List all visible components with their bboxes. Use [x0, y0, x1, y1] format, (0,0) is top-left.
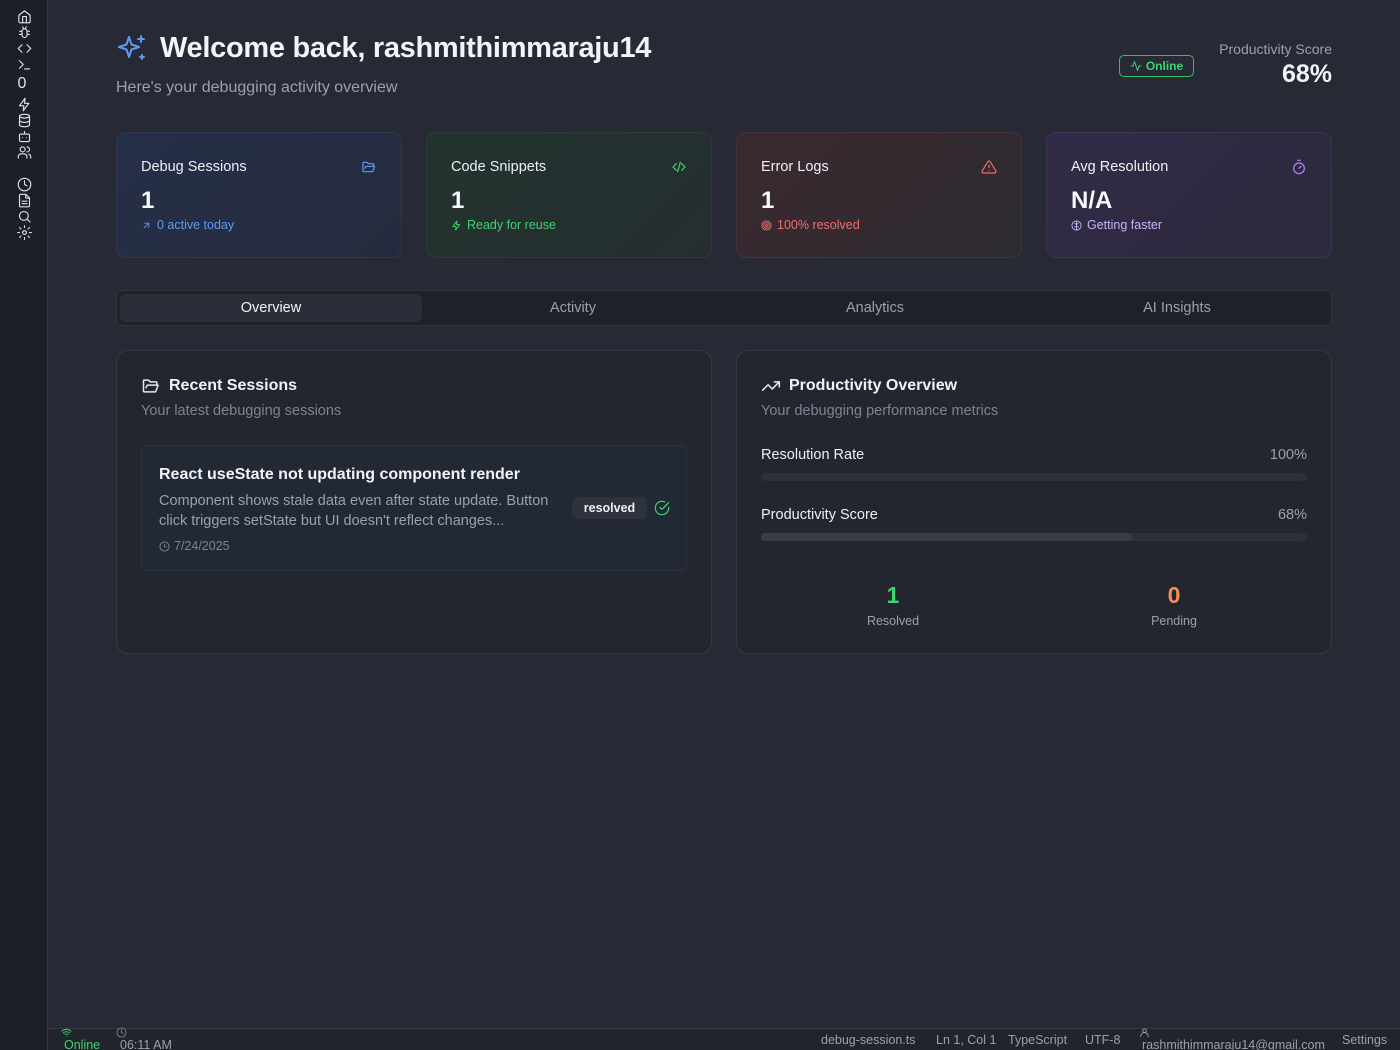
stat-card-subtitle: Ready for reuse	[451, 218, 556, 232]
tab-activity[interactable]: Activity	[422, 294, 724, 322]
clock-icon	[159, 540, 170, 552]
recent-sessions-panel: Recent Sessions Your latest debugging se…	[116, 350, 712, 654]
check-circle-icon	[654, 500, 670, 516]
stat-card-title: Code Snippets	[451, 159, 547, 175]
status-connection: Online	[64, 1038, 101, 1050]
arrow-up-right-icon	[143, 222, 150, 228]
terminal-icon[interactable]	[16, 56, 32, 72]
status-bar: Online 06:11 AM debug-session.ts Ln 1, C…	[48, 1027, 1400, 1050]
productivity-score-metric-label: Productivity Score	[761, 507, 878, 523]
stat-card-title: Debug Sessions	[141, 159, 247, 175]
productivity-score-bar	[761, 533, 1307, 541]
stat-card-avg-resolution[interactable]: Avg Resolution N/A Getting faster	[1046, 132, 1332, 258]
session-title: React useState not updating component re…	[159, 466, 520, 483]
stat-card-title: Error Logs	[761, 159, 829, 175]
code-icon	[671, 159, 687, 175]
stat-card-subtitle-text: 100% resolved	[777, 218, 860, 232]
productivity-score-bar-fill	[761, 533, 1133, 541]
folder-open-icon	[142, 379, 159, 393]
bot-icon[interactable]	[16, 128, 32, 144]
status-time: 06:11 AM	[120, 1038, 172, 1050]
productivity-overview-header: Productivity Overview	[761, 376, 957, 396]
zap-icon	[452, 219, 461, 231]
sidebar: 0	[0, 0, 48, 1050]
page-subtitle: Here's your debugging activity overview	[116, 79, 398, 96]
productivity-overview-panel: Productivity Overview Your debugging per…	[736, 350, 1332, 654]
productivity-overview-subtitle: Your debugging performance metrics	[761, 403, 999, 419]
stat-card-subtitle-text: Ready for reuse	[467, 218, 556, 232]
online-status-badge: Online	[1119, 55, 1194, 77]
stat-card-error-logs[interactable]: Error Logs 1 100% resolved	[736, 132, 1022, 258]
tab-analytics[interactable]: Analytics	[724, 294, 1026, 322]
brain-icon	[1071, 219, 1082, 231]
pending-label: Pending	[1151, 614, 1197, 628]
productivity-score-value: 68%	[1281, 60, 1332, 88]
recent-sessions-title: Recent Sessions	[169, 377, 298, 394]
database-icon[interactable]	[16, 112, 32, 128]
stat-card-subtitle: 100% resolved	[761, 218, 860, 232]
status-encoding[interactable]: UTF-8	[1085, 1033, 1120, 1047]
tab-bar: Overview Activity Analytics AI Insights	[116, 290, 1332, 326]
tab-overview[interactable]: Overview	[120, 294, 422, 322]
clock-icon	[116, 1027, 127, 1038]
recent-sessions-subtitle: Your latest debugging sessions	[141, 403, 342, 419]
status-cursor[interactable]: Ln 1, Col 1	[936, 1033, 996, 1047]
stat-card-value: N/A	[1071, 187, 1113, 214]
target-icon	[761, 219, 772, 231]
activity-icon	[1130, 61, 1142, 71]
resolved-label: Resolved	[866, 614, 920, 628]
stat-card-subtitle: 0 active today	[141, 218, 234, 232]
stat-card-subtitle-text: 0 active today	[157, 218, 235, 232]
session-item[interactable]: React useState not updating component re…	[141, 445, 687, 571]
session-status-badge: resolved	[572, 497, 647, 519]
productivity-score-label: Productivity Score	[1219, 41, 1332, 57]
page-title: Welcome back, rashmithimmaraju14	[160, 32, 652, 64]
home-icon[interactable]	[16, 8, 32, 24]
stat-card-subtitle: Getting faster	[1071, 218, 1162, 232]
clock-icon[interactable]	[16, 176, 32, 192]
resolution-rate-value: 100%	[1269, 447, 1307, 463]
trending-up-icon	[761, 381, 781, 391]
gear-icon[interactable]	[16, 224, 32, 240]
status-language[interactable]: TypeScript	[1008, 1033, 1067, 1047]
stat-card-value: 1	[141, 187, 155, 214]
search-icon[interactable]	[16, 208, 32, 224]
stat-card-subtitle-text: Getting faster	[1087, 218, 1163, 232]
stat-card-code-snippets[interactable]: Code Snippets 1 Ready for reuse	[426, 132, 712, 258]
resolved-count: 1	[886, 582, 900, 608]
session-date: 7/24/2025	[159, 539, 230, 553]
status-file[interactable]: debug-session.ts	[821, 1033, 916, 1047]
session-description: Component shows stale data even after st…	[159, 493, 549, 529]
tab-ai-insights[interactable]: AI Insights	[1026, 294, 1328, 322]
status-settings[interactable]: Settings	[1342, 1033, 1387, 1047]
stat-card-value: 1	[761, 187, 775, 214]
zero-icon: 0	[17, 75, 27, 92]
sparkles-icon	[116, 33, 148, 65]
folder-open-icon	[361, 159, 377, 175]
online-status-label: Online	[1145, 59, 1184, 73]
wifi-icon	[61, 1027, 72, 1038]
status-user[interactable]: rashmithimmaraju14@gmail.com	[1142, 1038, 1325, 1050]
resolution-rate-bar-fill	[761, 473, 1307, 481]
timer-icon	[1291, 159, 1307, 175]
stat-card-debug-sessions[interactable]: Debug Sessions 1 0 active today	[116, 132, 402, 258]
resolution-rate-label: Resolution Rate	[761, 447, 865, 463]
stat-card-value: 1	[451, 187, 465, 214]
productivity-score-metric-value: 68%	[1277, 507, 1307, 523]
main-content: Welcome back, rashmithimmaraju14 Here's …	[48, 0, 1400, 1028]
user-icon	[1139, 1027, 1150, 1038]
alert-triangle-icon	[981, 159, 997, 175]
code-icon[interactable]	[16, 40, 32, 56]
resolution-rate-bar	[761, 473, 1307, 481]
productivity-overview-title: Productivity Overview	[789, 377, 958, 394]
bug-icon[interactable]	[16, 24, 32, 40]
recent-sessions-header: Recent Sessions	[141, 376, 297, 396]
zap-icon[interactable]	[16, 96, 32, 112]
stat-card-title: Avg Resolution	[1071, 159, 1169, 175]
pending-count: 0	[1167, 582, 1181, 608]
session-date-text: 7/24/2025	[174, 539, 230, 553]
file-icon[interactable]	[16, 192, 32, 208]
users-icon[interactable]	[16, 144, 32, 160]
